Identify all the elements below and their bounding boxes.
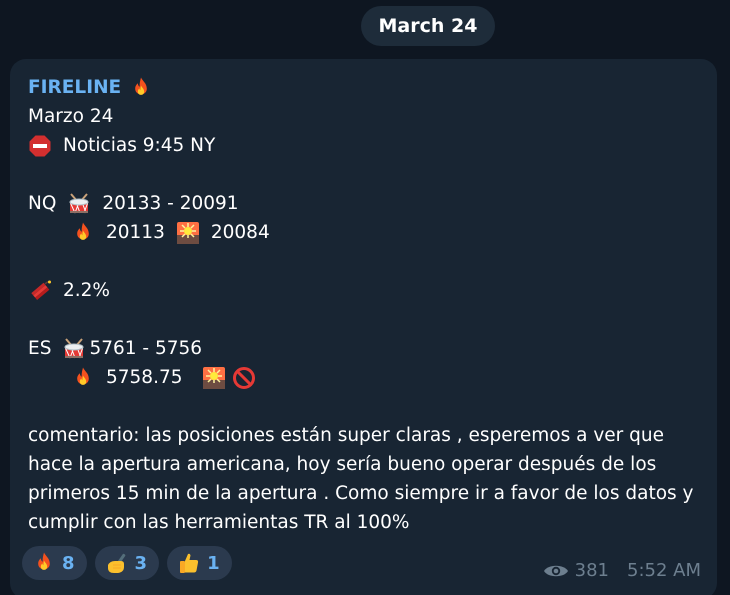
reactions-bar: 8 3 1 bbox=[22, 546, 232, 580]
message-line-pct: 2.2% bbox=[28, 276, 718, 305]
drum-icon bbox=[67, 192, 91, 216]
message-author[interactable]: FIRELINE bbox=[28, 73, 121, 102]
message-content: FIRELINE Marzo 24 Noticias 9:45 NY NQ 20… bbox=[28, 73, 718, 537]
nq-target-level: 20084 bbox=[210, 222, 270, 243]
fire-icon bbox=[129, 76, 153, 100]
reaction-count: 1 bbox=[207, 552, 220, 574]
fire-icon bbox=[32, 551, 56, 575]
view-count: 381 bbox=[574, 560, 609, 581]
message-bubble[interactable]: FIRELINE Marzo 24 Noticias 9:45 NY NQ 20… bbox=[10, 59, 717, 595]
reaction-writing-hand[interactable]: 3 bbox=[94, 546, 160, 580]
nq-label: NQ bbox=[28, 193, 57, 214]
message-line-nq: NQ 20133 - 20091 bbox=[28, 189, 718, 218]
nq-fire-level: 20113 bbox=[106, 222, 165, 243]
es-fire-level: 5758.75 bbox=[106, 367, 183, 388]
message-line-es-levels: 5758.75 bbox=[28, 363, 718, 392]
drum-icon bbox=[62, 337, 86, 361]
dynamite-icon bbox=[28, 279, 52, 303]
writing-hand-icon bbox=[105, 551, 129, 575]
message-line-nq-levels: 20113 20084 bbox=[28, 218, 718, 247]
message-date-text: Marzo 24 bbox=[28, 106, 114, 127]
fire-icon bbox=[71, 221, 95, 245]
reaction-fire[interactable]: 8 bbox=[22, 546, 87, 580]
message-comment: comentario: las posiciones están super c… bbox=[28, 425, 694, 533]
thumbs-up-icon bbox=[177, 551, 201, 575]
es-label: ES bbox=[28, 338, 52, 359]
message-line-es: ES 5761 - 5756 bbox=[28, 334, 718, 363]
fire-icon bbox=[71, 366, 95, 390]
stop-sign-icon bbox=[28, 134, 52, 158]
eye-icon bbox=[543, 565, 568, 576]
date-separator: March 24 bbox=[361, 6, 495, 46]
fireworks-icon bbox=[176, 221, 200, 245]
reaction-count: 3 bbox=[134, 552, 148, 574]
message-line-news: Noticias 9:45 NY bbox=[28, 131, 718, 160]
reaction-count: 8 bbox=[62, 552, 75, 574]
prohibited-icon bbox=[232, 366, 256, 390]
message-news-text: Noticias 9:45 NY bbox=[63, 135, 216, 156]
fireworks-icon bbox=[202, 366, 226, 390]
reaction-thumbs-up[interactable]: 1 bbox=[167, 546, 232, 580]
es-range: 5761 - 5756 bbox=[89, 338, 203, 359]
message-author-line: FIRELINE bbox=[28, 73, 718, 102]
message-time: 5:52 AM bbox=[627, 560, 701, 581]
message-line-date: Marzo 24 bbox=[28, 102, 718, 131]
nq-range: 20133 - 20091 bbox=[102, 193, 239, 214]
message-meta: 381 5:52 AM bbox=[543, 560, 701, 581]
chat-background: March 24 FIRELINE Marzo 24 Noticias 9:45… bbox=[0, 0, 730, 595]
date-separator-label: March 24 bbox=[378, 15, 478, 37]
pct-value: 2.2% bbox=[63, 280, 110, 301]
